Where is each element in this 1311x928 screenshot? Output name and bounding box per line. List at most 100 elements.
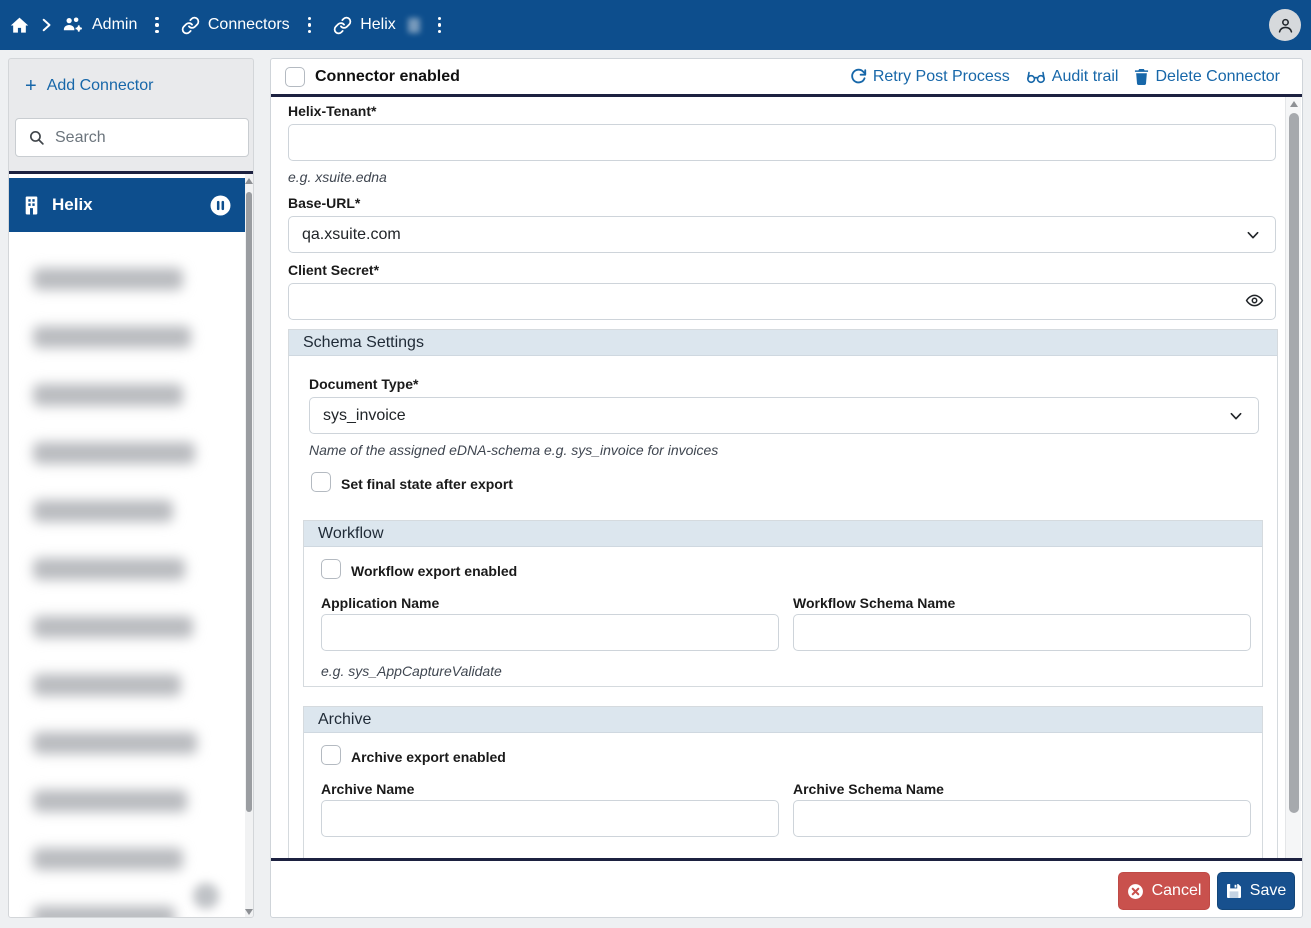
sidebar-scrollbar[interactable]	[245, 174, 253, 918]
sidebar-item-redacted[interactable]	[33, 442, 195, 464]
delete-connector-button[interactable]: Delete Connector	[1134, 68, 1280, 86]
chevron-right-icon	[39, 17, 53, 33]
client-secret-input[interactable]	[288, 283, 1276, 320]
audit-trail-label: Audit trail	[1052, 68, 1119, 86]
archive-schema-name-label: Archive Schema Name	[793, 781, 944, 797]
sidebar-item-redacted[interactable]	[33, 558, 185, 580]
archive-section: Archive Archive export enabled Archive N…	[303, 706, 1263, 859]
sidebar-item-redacted[interactable]	[33, 384, 183, 406]
workflow-export-enabled-label: Workflow export enabled	[351, 563, 517, 579]
refresh-icon	[850, 68, 867, 85]
archive-title: Archive	[318, 711, 371, 729]
sidebar-blurred-list	[9, 232, 247, 918]
connector-enabled-checkbox[interactable]	[285, 67, 305, 87]
document-type-value: sys_invoice	[323, 407, 406, 425]
workflow-header: Workflow	[304, 521, 1262, 547]
search-icon	[28, 129, 45, 146]
set-final-state-checkbox[interactable]	[311, 472, 331, 492]
helix-menu-button[interactable]	[430, 13, 450, 38]
user-avatar[interactable]	[1269, 9, 1301, 41]
archive-name-label: Archive Name	[321, 781, 414, 797]
document-type-hint: Name of the assigned eDNA-schema e.g. sy…	[309, 442, 718, 458]
retry-post-process-button[interactable]: Retry Post Process	[850, 68, 1010, 86]
workflow-schema-name-input[interactable]	[793, 614, 1251, 651]
breadcrumb-separator	[39, 17, 53, 33]
save-button[interactable]: Save	[1217, 872, 1295, 910]
base-url-label: Base-URL*	[288, 195, 360, 211]
retry-post-process-label: Retry Post Process	[873, 68, 1010, 86]
form-footer: Cancel Save	[271, 861, 1302, 917]
document-type-select[interactable]: sys_invoice	[309, 397, 1259, 434]
helix-tenant-label: Helix-Tenant*	[288, 103, 376, 119]
schema-settings-header: Schema Settings	[289, 330, 1277, 356]
search-input[interactable]	[55, 129, 225, 147]
link-icon	[333, 16, 352, 35]
workflow-section: Workflow Workflow export enabled Applica…	[303, 520, 1263, 687]
main-scroll-thumb[interactable]	[1289, 113, 1299, 813]
sidebar-item-redacted[interactable]	[33, 616, 193, 638]
sidebar-item-helix[interactable]: Helix	[9, 178, 247, 232]
archive-export-enabled-checkbox[interactable]	[321, 745, 341, 765]
home-button[interactable]	[10, 16, 29, 35]
redacted-text	[408, 18, 420, 33]
link-icon	[181, 16, 200, 35]
archive-export-enabled-label: Archive export enabled	[351, 749, 506, 765]
cancel-button[interactable]: Cancel	[1118, 872, 1210, 910]
sidebar-item-redacted[interactable]	[33, 732, 197, 754]
cancel-icon	[1127, 883, 1144, 900]
trash-icon	[1134, 68, 1149, 85]
cancel-label: Cancel	[1152, 882, 1202, 900]
archive-schema-name-input[interactable]	[793, 800, 1251, 837]
audit-trail-button[interactable]: Audit trail	[1026, 68, 1119, 86]
client-secret-label: Client Secret*	[288, 262, 379, 278]
pause-status-icon	[210, 195, 231, 216]
delete-connector-label: Delete Connector	[1155, 68, 1280, 86]
sidebar-item-redacted[interactable]	[33, 674, 181, 696]
connector-detail-panel: Connector enabled Retry Post Process Aud…	[270, 58, 1303, 918]
sidebar-item-redacted[interactable]	[33, 848, 183, 870]
sidebar-item-redacted[interactable]	[33, 790, 187, 812]
sidebar-scroll-thumb[interactable]	[246, 192, 252, 812]
header-actions: Retry Post Process Audit trail Delete Co…	[850, 68, 1280, 86]
plus-icon: +	[25, 79, 37, 93]
schema-settings-section: Schema Settings Document Type* sys_invoi…	[288, 329, 1278, 861]
sidebar-item-redacted[interactable]	[33, 500, 173, 522]
breadcrumb-connectors-label: Connectors	[208, 16, 290, 34]
document-type-label: Document Type*	[309, 376, 418, 392]
chevron-down-icon	[1245, 227, 1261, 243]
connector-list: Helix	[9, 174, 247, 918]
helix-tenant-input[interactable]	[288, 124, 1276, 161]
scroll-down-arrow	[245, 909, 253, 915]
admin-menu-button[interactable]	[147, 13, 167, 38]
save-label: Save	[1250, 882, 1286, 900]
sidebar-item-redacted[interactable]	[33, 906, 175, 918]
glasses-icon	[1026, 68, 1046, 85]
scroll-up-arrow	[245, 178, 253, 184]
top-navigation-bar: Admin Connectors Helix	[0, 0, 1311, 50]
application-name-label: Application Name	[321, 595, 439, 611]
breadcrumb-admin[interactable]: Admin	[63, 16, 137, 34]
connectors-menu-button[interactable]	[300, 13, 320, 38]
main-scrollbar[interactable]	[1285, 97, 1301, 861]
users-gear-icon	[63, 16, 84, 34]
base-url-select[interactable]: qa.xsuite.com	[288, 216, 1276, 253]
schema-settings-title: Schema Settings	[303, 334, 424, 352]
archive-header: Archive	[304, 707, 1262, 733]
breadcrumb-helix-label: Helix	[360, 16, 396, 34]
page: Admin Connectors Helix + Add Connector	[0, 0, 1311, 928]
set-final-state-label: Set final state after export	[341, 476, 513, 492]
breadcrumb-connectors[interactable]: Connectors	[181, 16, 290, 35]
application-name-input[interactable]	[321, 614, 779, 651]
chevron-down-icon	[1228, 408, 1244, 424]
archive-name-input[interactable]	[321, 800, 779, 837]
sidebar-item-helix-label: Helix	[52, 195, 93, 215]
user-icon	[1276, 16, 1295, 35]
breadcrumb-admin-label: Admin	[92, 16, 137, 34]
eye-icon[interactable]	[1245, 291, 1264, 310]
home-icon	[10, 16, 29, 35]
workflow-export-enabled-checkbox[interactable]	[321, 559, 341, 579]
sidebar-item-redacted[interactable]	[33, 268, 183, 290]
breadcrumb-helix[interactable]: Helix	[333, 16, 420, 35]
sidebar-item-redacted[interactable]	[33, 326, 191, 348]
add-connector-button[interactable]: + Add Connector	[9, 59, 253, 101]
